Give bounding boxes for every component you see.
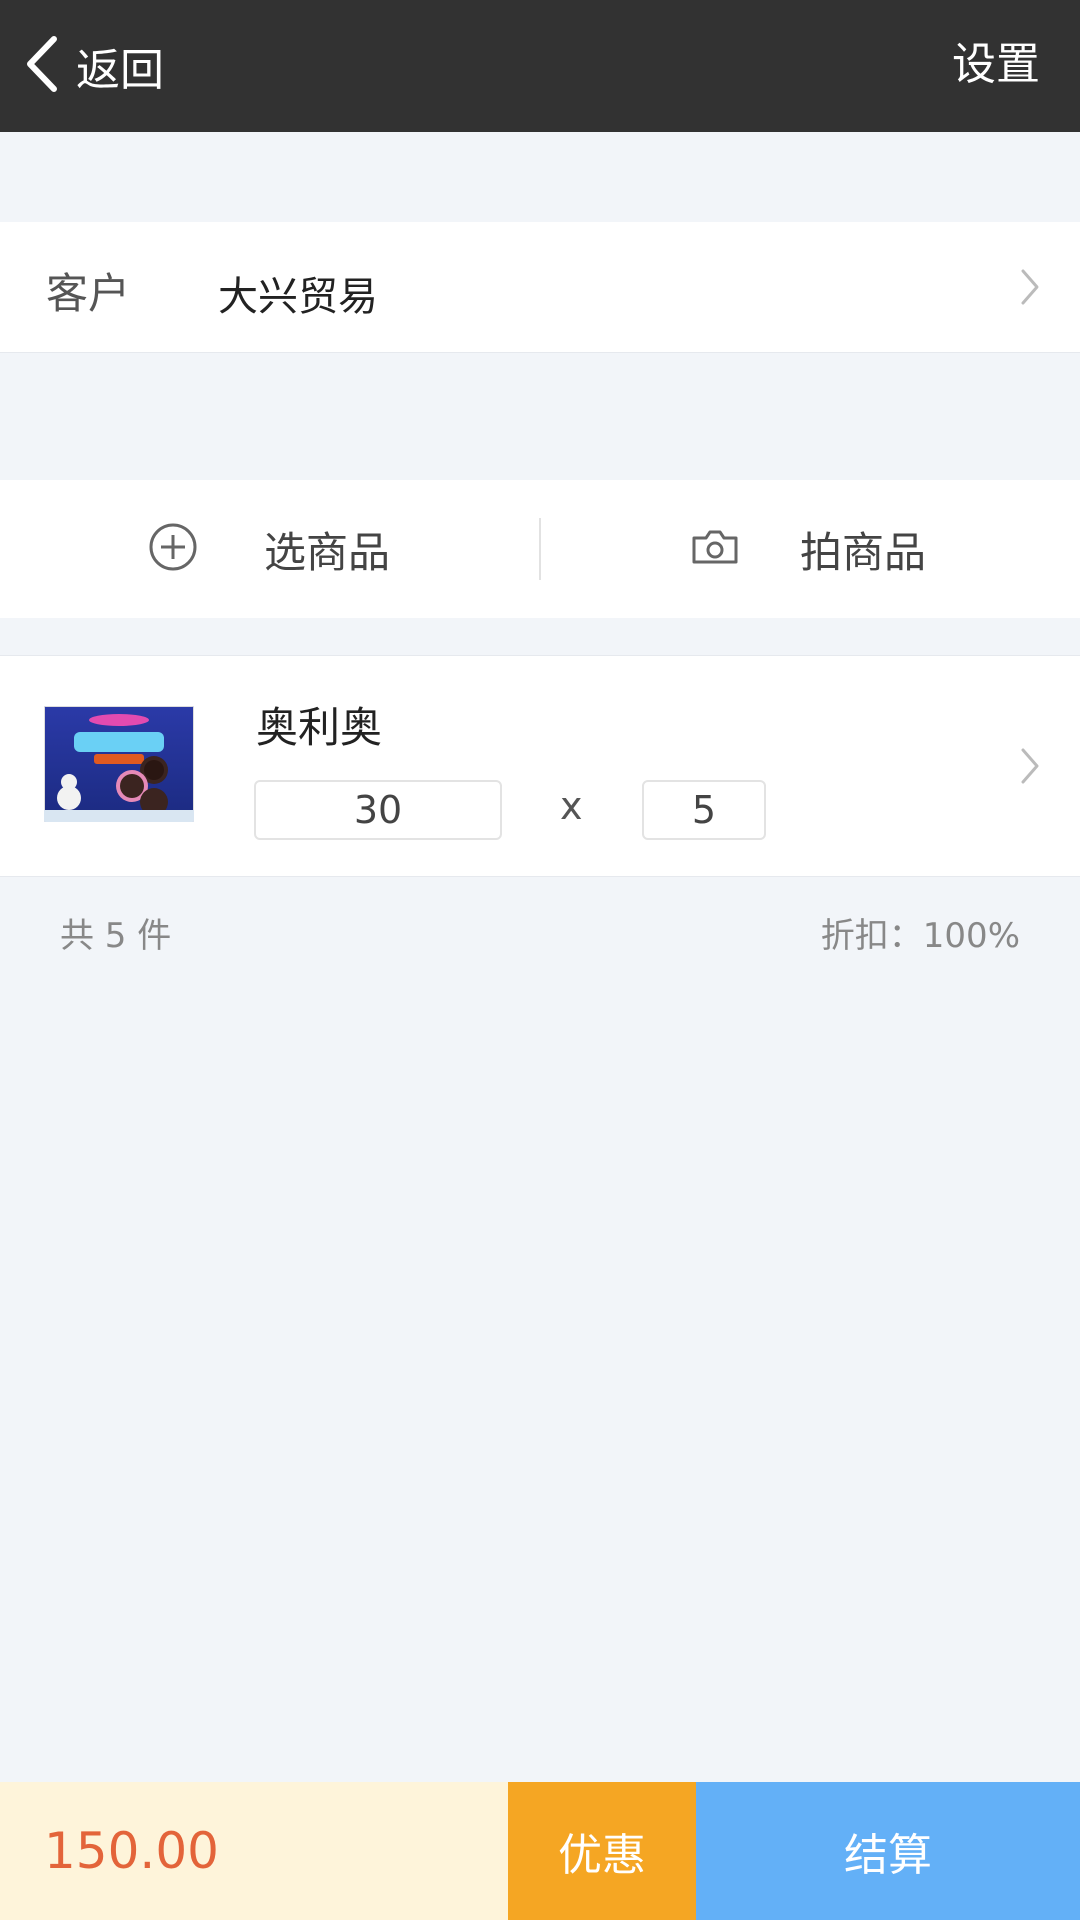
divider xyxy=(539,518,541,580)
photo-product-button[interactable]: 拍商品 xyxy=(690,480,926,618)
plus-circle-icon xyxy=(148,522,198,576)
customer-row[interactable]: 客户 大兴贸易 xyxy=(0,222,1080,353)
discount-rate: 折扣：100% xyxy=(820,916,1020,956)
product-thumbnail xyxy=(44,706,194,822)
top-bar: 返回 设置 xyxy=(0,0,1080,132)
quantity-input[interactable]: 5 xyxy=(642,780,766,840)
customer-value: 大兴贸易 xyxy=(218,274,378,320)
chevron-right-icon xyxy=(1020,746,1040,786)
total-count: 共 5 件 xyxy=(60,916,172,956)
camera-icon xyxy=(690,522,740,576)
select-product-button[interactable]: 选商品 xyxy=(148,480,390,618)
photo-product-label: 拍商品 xyxy=(800,527,927,577)
price-input[interactable]: 30 xyxy=(254,780,502,840)
total-amount: 150.00 xyxy=(44,1822,219,1880)
chevron-left-icon xyxy=(24,35,58,97)
discount-button[interactable]: 优惠 xyxy=(508,1782,696,1920)
select-product-label: 选商品 xyxy=(264,527,391,577)
multiply-sign: x xyxy=(560,784,583,828)
order-item-row[interactable]: 奥利奥 30 x 5 xyxy=(0,655,1080,877)
settings-button[interactable]: 设置 xyxy=(952,28,1040,92)
back-button[interactable]: 返回 xyxy=(24,32,164,100)
amount-area: 150.00 xyxy=(0,1782,508,1920)
checkout-button[interactable]: 结算 xyxy=(696,1782,1080,1920)
product-name: 奥利奥 xyxy=(256,703,383,752)
bottom-bar: 150.00 优惠 结算 xyxy=(0,1782,1080,1920)
customer-label: 客户 xyxy=(46,269,131,318)
back-label: 返回 xyxy=(76,45,164,96)
chevron-right-icon xyxy=(1020,267,1040,307)
product-actions: 选商品 拍商品 xyxy=(0,480,1080,618)
